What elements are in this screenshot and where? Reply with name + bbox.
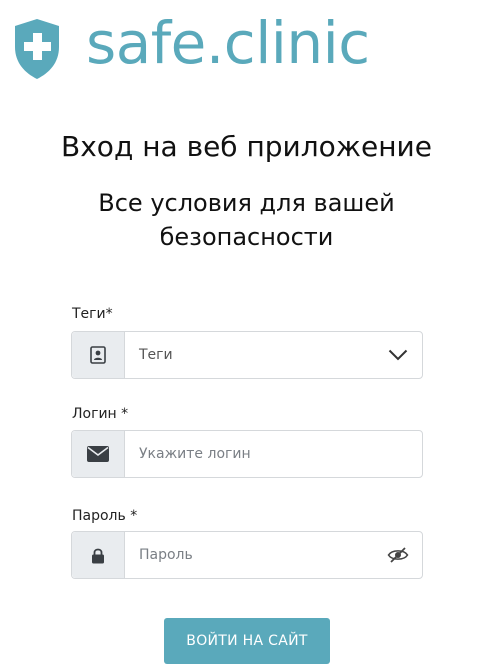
- envelope-icon: [87, 446, 109, 462]
- brand-logo: safe.clinic: [12, 9, 370, 84]
- eye-slash-icon: [387, 547, 409, 563]
- password-input[interactable]: [125, 532, 374, 578]
- tags-addon: [72, 332, 125, 378]
- password-field-group: [71, 531, 423, 579]
- toggle-password-visibility[interactable]: [374, 532, 422, 578]
- shield-plus-icon: [15, 19, 59, 79]
- chevron-down-icon: [388, 349, 408, 361]
- password-label: Пароль *: [72, 508, 138, 524]
- page-title: Вход на веб приложение: [61, 130, 432, 163]
- tags-select-value: Теги: [139, 347, 173, 363]
- login-addon: [72, 431, 125, 477]
- login-field-group: [71, 430, 423, 478]
- login-label: Логин *: [72, 406, 129, 422]
- password-addon: [72, 532, 125, 578]
- login-submit-button[interactable]: ВОЙТИ НА САЙТ: [164, 618, 330, 664]
- login-input[interactable]: [125, 431, 422, 477]
- brand-name: safe.clinic: [86, 9, 370, 77]
- page-subtitle: Все условия для вашей безопасности: [98, 189, 395, 251]
- id-card-icon: [90, 346, 106, 364]
- tags-label: Теги*: [72, 306, 113, 322]
- tags-select[interactable]: Теги: [71, 331, 423, 379]
- tags-dropdown-toggle[interactable]: [374, 332, 422, 378]
- lock-icon: [92, 548, 104, 563]
